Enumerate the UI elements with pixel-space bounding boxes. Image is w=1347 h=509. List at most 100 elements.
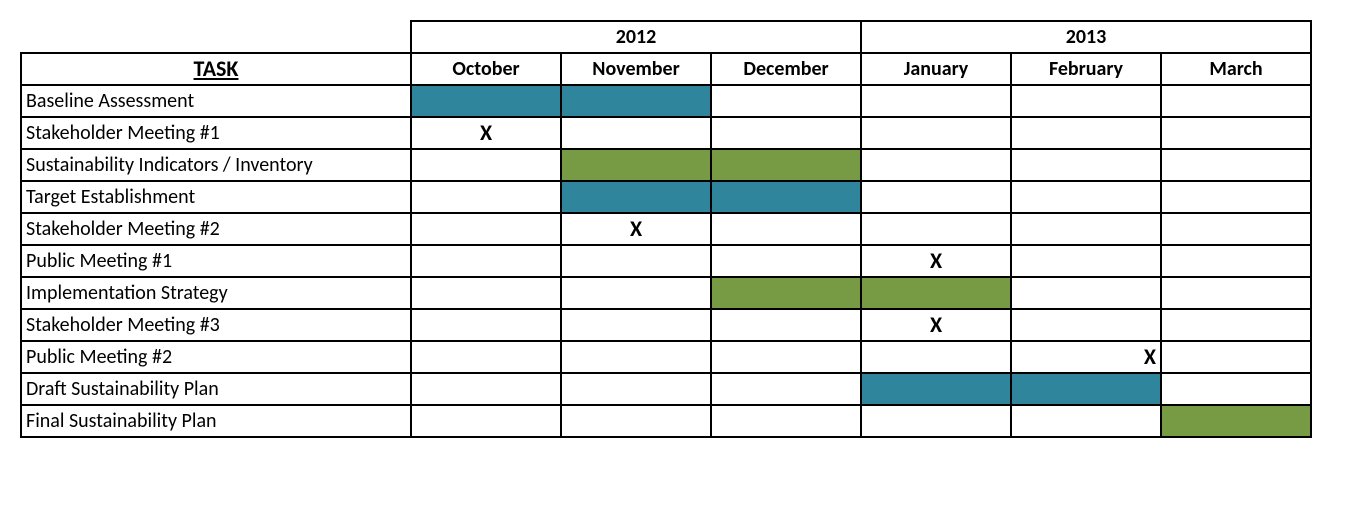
gantt-cell xyxy=(411,213,561,245)
gantt-cell: X xyxy=(1011,341,1161,373)
gantt-cell xyxy=(1161,181,1311,213)
gantt-cell xyxy=(711,309,861,341)
task-label: Draft Sustainability Plan xyxy=(21,373,411,405)
gantt-cell xyxy=(711,373,861,405)
month-march: March xyxy=(1161,53,1311,85)
task-label: Sustainability Indicators / Inventory xyxy=(21,149,411,181)
gantt-cell xyxy=(1011,117,1161,149)
gantt-cell xyxy=(1161,149,1311,181)
gantt-cell xyxy=(711,277,861,309)
gantt-cell xyxy=(711,245,861,277)
gantt-cell: X xyxy=(411,117,561,149)
gantt-cell xyxy=(411,405,561,437)
gantt-cell xyxy=(1011,181,1161,213)
gantt-cell xyxy=(711,405,861,437)
gantt-cell xyxy=(561,373,711,405)
gantt-cell xyxy=(1011,85,1161,117)
gantt-cell xyxy=(561,117,711,149)
gantt-cell xyxy=(1011,405,1161,437)
task-label: Final Sustainability Plan xyxy=(21,405,411,437)
gantt-cell xyxy=(861,213,1011,245)
task-label: Public Meeting #2 xyxy=(21,341,411,373)
task-label: Stakeholder Meeting #1 xyxy=(21,117,411,149)
gantt-cell xyxy=(411,181,561,213)
gantt-cell xyxy=(1161,405,1311,437)
task-label: Stakeholder Meeting #3 xyxy=(21,309,411,341)
gantt-cell xyxy=(561,309,711,341)
gantt-cell xyxy=(1011,309,1161,341)
table-row: Target Establishment xyxy=(21,181,1311,213)
month-october: October xyxy=(411,53,561,85)
table-row: Stakeholder Meeting #3 X xyxy=(21,309,1311,341)
gantt-cell xyxy=(861,117,1011,149)
gantt-cell: X xyxy=(561,213,711,245)
gantt-cell xyxy=(561,277,711,309)
gantt-cell xyxy=(1161,213,1311,245)
year-header-row: 2012 2013 xyxy=(21,21,1311,53)
gantt-cell xyxy=(861,149,1011,181)
gantt-cell xyxy=(711,341,861,373)
gantt-cell xyxy=(711,213,861,245)
month-november: November xyxy=(561,53,711,85)
gantt-cell xyxy=(1011,213,1161,245)
month-january: January xyxy=(861,53,1011,85)
table-row: Public Meeting #2 X xyxy=(21,341,1311,373)
gantt-cell xyxy=(561,85,711,117)
table-row: Baseline Assessment xyxy=(21,85,1311,117)
gantt-table: 2012 2013 TASK October November December… xyxy=(20,20,1312,438)
gantt-cell xyxy=(1011,277,1161,309)
gantt-cell xyxy=(1011,245,1161,277)
gantt-cell xyxy=(1011,373,1161,405)
gantt-cell xyxy=(561,405,711,437)
task-label: Stakeholder Meeting #2 xyxy=(21,213,411,245)
gantt-cell xyxy=(1161,309,1311,341)
gantt-cell xyxy=(1011,149,1161,181)
gantt-cell: X xyxy=(861,245,1011,277)
table-row: Draft Sustainability Plan xyxy=(21,373,1311,405)
table-row: Stakeholder Meeting #2 X xyxy=(21,213,1311,245)
gantt-cell xyxy=(861,181,1011,213)
gantt-cell xyxy=(711,85,861,117)
year-2013: 2013 xyxy=(861,21,1311,53)
gantt-cell xyxy=(1161,277,1311,309)
gantt-cell xyxy=(561,149,711,181)
gantt-cell xyxy=(1161,373,1311,405)
table-row: Final Sustainability Plan xyxy=(21,405,1311,437)
task-label: Baseline Assessment xyxy=(21,85,411,117)
gantt-cell xyxy=(861,405,1011,437)
gantt-cell xyxy=(711,181,861,213)
task-label: Target Establishment xyxy=(21,181,411,213)
table-row: Stakeholder Meeting #1X xyxy=(21,117,1311,149)
gantt-cell xyxy=(561,181,711,213)
month-february: February xyxy=(1011,53,1161,85)
gantt-cell xyxy=(861,373,1011,405)
table-row: Implementation Strategy xyxy=(21,277,1311,309)
table-row: Sustainability Indicators / Inventory xyxy=(21,149,1311,181)
gantt-cell xyxy=(1161,85,1311,117)
gantt-cell xyxy=(1161,245,1311,277)
gantt-cell xyxy=(411,341,561,373)
year-2012: 2012 xyxy=(411,21,861,53)
gantt-cell xyxy=(411,149,561,181)
gantt-cell xyxy=(411,373,561,405)
gantt-cell xyxy=(861,277,1011,309)
blank-top-left xyxy=(21,21,411,53)
gantt-cell xyxy=(1161,341,1311,373)
gantt-cell xyxy=(411,277,561,309)
gantt-cell xyxy=(1161,117,1311,149)
gantt-cell xyxy=(411,309,561,341)
gantt-cell xyxy=(861,341,1011,373)
gantt-cell xyxy=(861,85,1011,117)
gantt-cell xyxy=(711,117,861,149)
gantt-cell: X xyxy=(861,309,1011,341)
task-header: TASK xyxy=(21,53,411,85)
gantt-cell xyxy=(411,85,561,117)
gantt-cell xyxy=(411,245,561,277)
gantt-body: Baseline AssessmentStakeholder Meeting #… xyxy=(21,85,1311,437)
gantt-cell xyxy=(561,245,711,277)
month-december: December xyxy=(711,53,861,85)
table-row: Public Meeting #1 X xyxy=(21,245,1311,277)
gantt-cell xyxy=(711,149,861,181)
task-label: Public Meeting #1 xyxy=(21,245,411,277)
month-header-row: TASK October November December January F… xyxy=(21,53,1311,85)
